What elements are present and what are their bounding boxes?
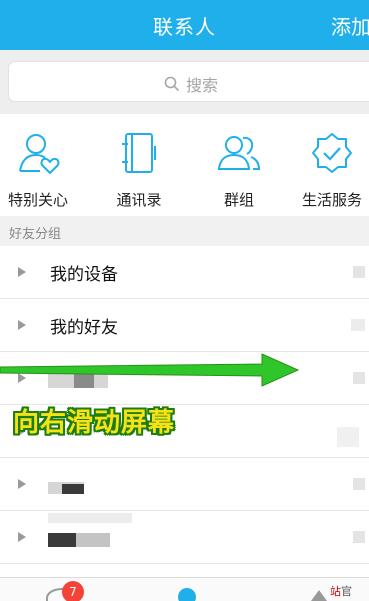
page-title: 联系人 <box>153 15 216 39</box>
address-book-icon <box>122 133 156 173</box>
quick-label: 特别关心 <box>8 191 69 209</box>
blurred-group-name-part <box>62 484 84 494</box>
group-count-blurred <box>351 319 365 331</box>
quick-label: 生活服务 <box>302 191 363 209</box>
expand-arrow-icon <box>18 267 26 277</box>
life-service-icon <box>312 133 352 173</box>
group-count-blurred <box>353 531 365 543</box>
add-button[interactable]: 添加 <box>331 11 369 40</box>
quick-group[interactable]: 群组 <box>215 131 263 210</box>
search-input[interactable]: 搜索 <box>8 61 369 102</box>
group-row-hidden-4[interactable] <box>0 511 369 564</box>
search-icon <box>164 76 180 92</box>
quick-label: 通讯录 <box>116 191 162 209</box>
group-icon <box>217 136 261 170</box>
group-row-hidden-3[interactable] <box>0 458 369 511</box>
quick-address-book[interactable]: 通讯录 <box>115 131 163 210</box>
quick-special-care[interactable]: 特别关心 <box>8 131 68 210</box>
group-count-blurred <box>353 478 365 490</box>
group-name: 我的设备 <box>50 265 118 285</box>
top-bar: 联系人 添加 <box>0 0 369 50</box>
message-badge: 7 <box>62 581 84 601</box>
group-count-blurred <box>353 266 365 278</box>
group-count-blurred <box>353 372 365 384</box>
watermark-part: 官 <box>341 585 352 598</box>
search-placeholder: 搜索 <box>186 76 219 95</box>
blurred-group-name-part <box>48 533 76 547</box>
tab-dynamic-icon[interactable] <box>311 590 327 601</box>
blurred-group-name-part <box>76 533 110 547</box>
swipe-right-arrow-icon <box>0 353 300 387</box>
group-name: 我的好友 <box>50 318 118 338</box>
blurred-group-name <box>48 513 132 523</box>
group-count-blurred <box>337 427 359 447</box>
swipe-instruction: 向右滑动屏幕 <box>13 408 176 438</box>
search-area: 搜索 <box>0 50 369 114</box>
expand-arrow-icon <box>18 479 26 489</box>
tab-contacts-icon[interactable] <box>178 588 196 601</box>
watermark-part: 站 <box>330 585 341 598</box>
quick-actions: 特别关心 通讯录 群组 生活服务 <box>0 114 369 216</box>
friend-groups-header: 好友分组 <box>0 216 369 246</box>
watermark: 站官 <box>330 583 352 599</box>
expand-arrow-icon <box>18 532 26 542</box>
quick-life-service[interactable]: 生活服务 <box>302 131 362 210</box>
special-care-icon <box>19 134 60 175</box>
quick-label: 群组 <box>223 191 254 209</box>
group-row-devices[interactable]: 我的设备 <box>0 246 369 299</box>
group-row-friends[interactable]: 我的好友 <box>0 299 369 352</box>
expand-arrow-icon <box>18 320 26 330</box>
